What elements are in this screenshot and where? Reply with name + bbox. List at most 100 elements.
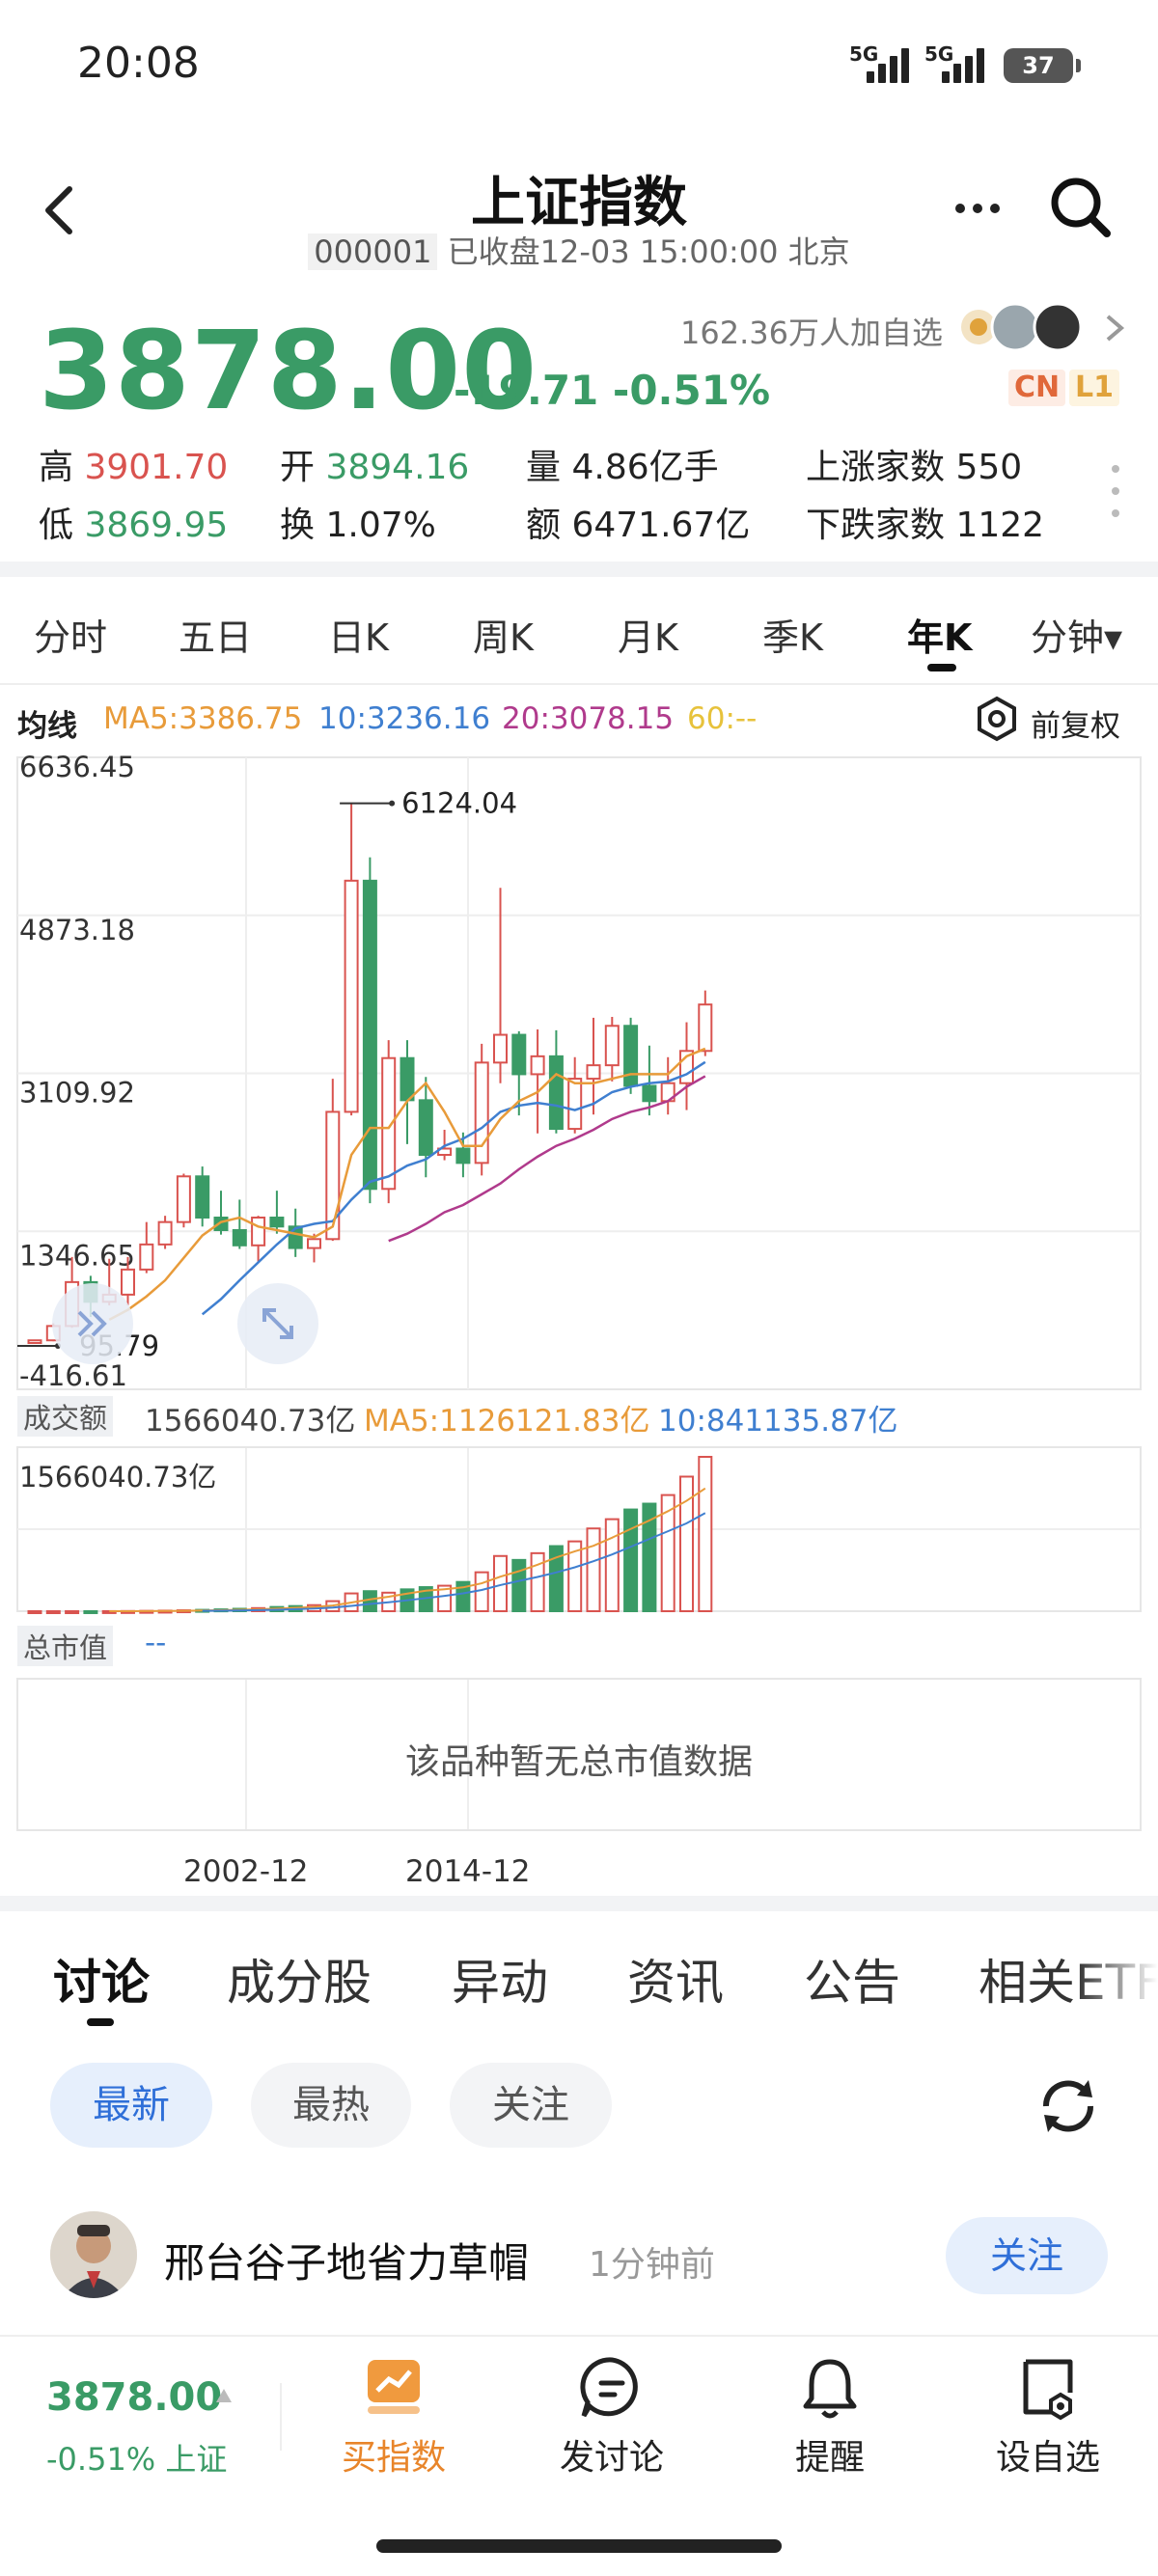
stat-open: 开 3894.16 bbox=[280, 448, 470, 487]
tab-discussion[interactable]: 讨论 bbox=[53, 1944, 150, 2014]
volume-bar bbox=[586, 1527, 601, 1613]
tab-five-day[interactable]: 五日 bbox=[179, 608, 252, 661]
volume-axis-max: 1566040.73亿 bbox=[19, 1461, 217, 1494]
x-tick-2014: 2014-12 bbox=[405, 1854, 531, 1889]
post-author[interactable]: 邢台谷子地省力草帽 bbox=[164, 2231, 529, 2289]
stat-high: 高 3901.70 bbox=[39, 448, 229, 487]
ma5-value: MA5:3386.75 bbox=[103, 701, 303, 736]
follower-avatars[interactable] bbox=[955, 301, 1100, 353]
signal-icon-1 bbox=[867, 41, 924, 83]
max-dot bbox=[389, 800, 396, 807]
volume-bar bbox=[530, 1551, 545, 1613]
avatar[interactable] bbox=[50, 2211, 137, 2298]
candle-down bbox=[418, 1099, 433, 1157]
buy-index-icon bbox=[360, 2354, 427, 2422]
nav-pct: -0.51% 上证 bbox=[46, 2435, 227, 2480]
market-cap-value: -- bbox=[145, 1626, 167, 1660]
max-label: 6124.04 bbox=[401, 787, 517, 820]
candle-down bbox=[642, 1084, 657, 1103]
nav-watchlist-label: 设自选 bbox=[995, 2438, 1100, 2478]
nav-watchlist[interactable]: 设自选 bbox=[980, 2354, 1116, 2480]
candle-up bbox=[604, 1025, 620, 1067]
tab-monthly-k[interactable]: 月K bbox=[618, 608, 678, 661]
ma-label: 均线 bbox=[17, 709, 77, 744]
page-subtitle: 000001 已收盘12-03 15:00:00 北京 bbox=[0, 228, 1158, 272]
tab-yearly-k[interactable]: 年K bbox=[907, 608, 972, 661]
tag-cn: CN bbox=[1008, 370, 1066, 406]
volume-bar bbox=[83, 1609, 98, 1614]
volume-bar bbox=[45, 1609, 61, 1614]
settings-icon[interactable] bbox=[973, 695, 1021, 743]
ma60-value: 60:-- bbox=[687, 701, 758, 736]
volume-label: 成交额 bbox=[17, 1396, 114, 1437]
tab-components[interactable]: 成分股 bbox=[227, 1944, 372, 2014]
candle-up bbox=[698, 1003, 713, 1053]
status-time: 20:08 bbox=[77, 39, 200, 88]
divider bbox=[280, 2383, 282, 2451]
adjust-button[interactable]: 前复权 bbox=[1031, 701, 1120, 745]
triangle-up-icon bbox=[214, 2387, 234, 2404]
tab-weekly-k[interactable]: 周K bbox=[473, 608, 534, 661]
tab-related-etf[interactable]: 相关ETF bbox=[979, 1944, 1158, 2014]
x-tick-2002: 2002-12 bbox=[183, 1854, 309, 1889]
search-icon[interactable] bbox=[1047, 174, 1115, 241]
tag-l1: L1 bbox=[1069, 370, 1119, 406]
candle-up bbox=[307, 1238, 321, 1249]
candle-down bbox=[511, 1033, 527, 1076]
vertical-more-icon[interactable] bbox=[1110, 461, 1121, 521]
filter-following[interactable]: 关注 bbox=[450, 2063, 612, 2148]
post-time: 1分钟前 bbox=[589, 2245, 715, 2285]
candle-up bbox=[157, 1220, 173, 1246]
stat-up-count: 上涨家数 550 bbox=[806, 448, 1023, 487]
candle-down bbox=[548, 1055, 564, 1131]
divider bbox=[0, 562, 1158, 577]
volume-bar bbox=[362, 1590, 377, 1612]
filter-hot[interactable]: 最热 bbox=[251, 2063, 411, 2148]
tab-daily-k[interactable]: 日K bbox=[328, 608, 389, 661]
tab-indicator bbox=[927, 664, 956, 671]
volume-bar bbox=[623, 1508, 639, 1612]
candle-down bbox=[623, 1025, 639, 1087]
filter-latest[interactable]: 最新 bbox=[50, 2063, 212, 2148]
battery-icon: 37 bbox=[1004, 48, 1081, 83]
chat-icon bbox=[578, 2354, 646, 2422]
nav-post-label: 发讨论 bbox=[559, 2438, 664, 2478]
stat-volume: 量 4.86亿手 bbox=[526, 448, 719, 487]
followers-count[interactable]: 162.36万人加自选 bbox=[680, 309, 943, 353]
stat-amount: 额 6471.67亿 bbox=[526, 506, 751, 545]
volume-bar bbox=[604, 1518, 620, 1612]
candle-up bbox=[530, 1055, 545, 1076]
fullscreen-icon[interactable] bbox=[237, 1283, 318, 1364]
candle-down bbox=[362, 879, 377, 1191]
follow-button[interactable]: 关注 bbox=[946, 2217, 1108, 2294]
tab-minute[interactable]: 分钟▾ bbox=[1031, 608, 1122, 661]
volume-bar bbox=[698, 1456, 713, 1612]
tab-quarterly-k[interactable]: 季K bbox=[762, 608, 823, 661]
expand-left-icon[interactable] bbox=[52, 1283, 133, 1364]
refresh-icon[interactable] bbox=[1034, 2072, 1102, 2140]
tab-intraday[interactable]: 分时 bbox=[34, 608, 107, 661]
tab-announcements[interactable]: 公告 bbox=[804, 1944, 900, 2014]
home-indicator bbox=[376, 2539, 782, 2553]
nav-alert-label: 提醒 bbox=[794, 2438, 865, 2478]
more-icon[interactable] bbox=[951, 189, 1008, 228]
nav-buy-index[interactable]: 买指数 bbox=[326, 2354, 461, 2480]
chevron-right-icon[interactable] bbox=[1100, 309, 1129, 347]
ma10-line bbox=[201, 1060, 706, 1316]
tab-news[interactable]: 资讯 bbox=[627, 1944, 724, 2014]
market-status: 已收盘12-03 15:00:00 北京 bbox=[447, 233, 850, 270]
volume-bar bbox=[511, 1558, 527, 1613]
nav-index-name: 上证 bbox=[165, 2441, 228, 2478]
y-tick-label: 4873.18 bbox=[19, 914, 135, 946]
tab-movement[interactable]: 异动 bbox=[452, 1944, 548, 2014]
candle-up bbox=[344, 879, 359, 1113]
volume-bar bbox=[27, 1610, 42, 1614]
candle-up bbox=[567, 1078, 583, 1131]
nav-price: 3878.00 bbox=[46, 2375, 223, 2420]
candle-up bbox=[27, 1339, 42, 1345]
candle-down bbox=[232, 1229, 247, 1247]
nav-alert[interactable]: 提醒 bbox=[762, 2354, 897, 2480]
ma10-value: 10:3236.16 bbox=[318, 701, 491, 736]
stat-low: 低 3869.95 bbox=[39, 506, 229, 545]
nav-post[interactable]: 发讨论 bbox=[544, 2354, 679, 2480]
